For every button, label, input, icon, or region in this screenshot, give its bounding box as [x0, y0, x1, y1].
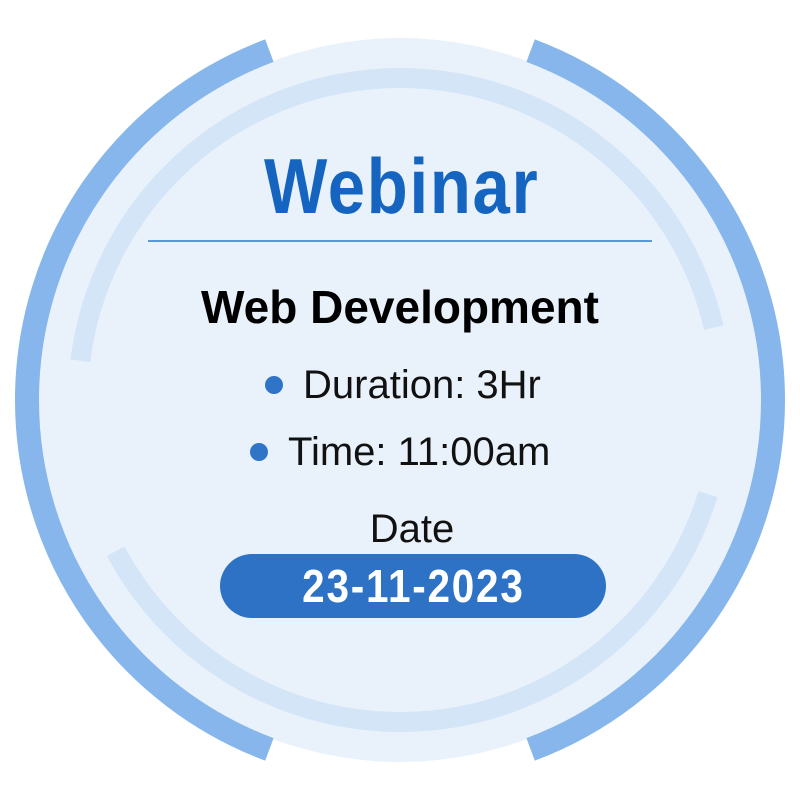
date-pill: 23-11-2023: [220, 554, 606, 618]
detail-item-duration: Duration: 3Hr: [265, 360, 541, 410]
detail-text: Duration: 3Hr: [303, 362, 541, 407]
detail-text: Time: 11:00am: [288, 429, 551, 474]
webinar-subtitle: Web Development: [201, 281, 599, 333]
bullet-dot-icon: [250, 443, 268, 461]
detail-item-time: Time: 11:00am: [250, 427, 550, 477]
date-label: Date: [369, 507, 455, 551]
bullet-dot-icon: [265, 376, 283, 394]
webinar-title: Webinar: [263, 142, 540, 230]
date-value: 23-11-2023: [301, 560, 525, 612]
title-divider: [148, 240, 652, 242]
webinar-badge: Webinar Web Development Duration: 3Hr Ti…: [0, 0, 800, 800]
